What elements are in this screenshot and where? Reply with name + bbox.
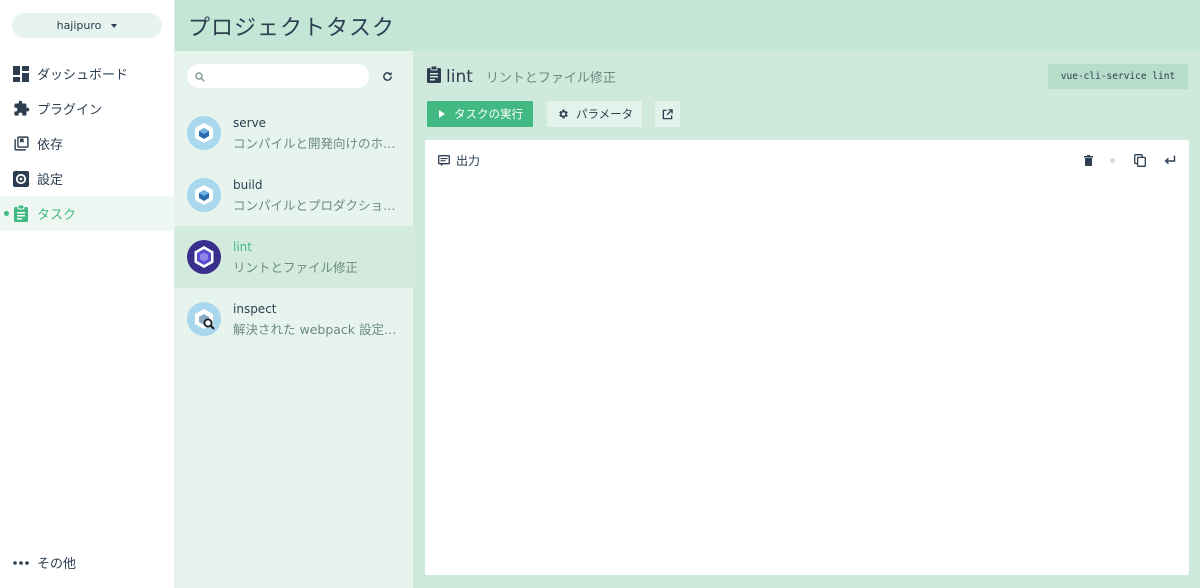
project-name: hajipuro [56,19,102,32]
dashboard-icon [12,65,30,83]
nav-item-plugins[interactable]: プラグイン [0,91,175,126]
output-panel: 出力 [425,140,1189,575]
settings-gear-icon [557,108,569,120]
status-dot [1110,158,1115,163]
open-external-icon [662,108,673,120]
task-detail-name: lint [446,66,473,87]
play-icon [439,110,445,118]
clipboard-icon [427,65,441,87]
clear-output-button[interactable] [1080,152,1096,168]
task-name: build [233,178,263,192]
page-title: プロジェクトタスク [188,15,396,41]
refresh-button[interactable] [378,67,396,85]
nav-item-dependencies[interactable]: 依存 [0,126,175,161]
nav-item-label: 設定 [37,173,64,188]
task-detail: lint リントとファイル修正 vue-cli-service lint タスク… [413,51,1200,588]
nav-item-label: タスク [37,208,77,223]
puzzle-icon [12,100,30,118]
copy-icon [1134,153,1146,167]
return-icon [1164,155,1176,166]
search-icon [195,67,205,86]
output-label: 出力 [456,154,481,168]
task-description: リントとファイル修正 [233,260,359,275]
caret-down-icon [111,23,118,28]
nav-item-label: 依存 [37,138,64,153]
output-title: 出力 [438,152,480,169]
trash-icon [1083,154,1093,166]
nav-item-tasks[interactable]: タスク [0,196,175,231]
nav-item-dashboard[interactable]: ダッシュボード [0,56,175,91]
clipboard-icon [12,205,30,223]
webpack-cube-icon [187,178,221,212]
refresh-icon [382,67,393,86]
task-detail-description: リントとファイル修正 [485,71,616,86]
nav-item-more[interactable]: その他 [0,545,175,580]
copy-output-button[interactable] [1132,152,1148,168]
task-item-build[interactable]: build コンパイルとプロダクション向けの最小化 [175,164,413,226]
eslint-icon [187,240,221,274]
task-name: serve [233,116,267,130]
open-external-button[interactable] [655,101,680,127]
task-item-inspect[interactable]: inspect 解決された webpack 設定を検査 [175,288,413,350]
run-task-label: タスクの実行 [454,107,523,121]
webpack-cube-icon [187,116,221,150]
page-header: プロジェクトタスク [175,0,1200,51]
task-item-lint[interactable]: lint リントとファイル修正 [175,226,413,288]
task-description: コンパイルと開発向けのホットリロード [233,136,401,151]
task-command: vue-cli-service lint [1048,64,1188,89]
more-dots-icon [12,554,30,572]
library-books-icon [12,135,30,153]
nav-item-label: その他 [37,557,77,572]
side-nav: hajipuro ダッシュボード プラグイン 依存 設定 タスク その他 [0,0,175,588]
task-name: lint [233,240,252,254]
active-indicator [4,211,9,216]
nav-item-label: ダッシュボード [37,68,129,83]
nav-item-settings[interactable]: 設定 [0,161,175,196]
settings-gear-icon [12,170,30,188]
task-description: 解決された webpack 設定を検査 [233,322,401,337]
run-task-button[interactable]: タスクの実行 [427,101,533,127]
search-box[interactable] [187,64,369,88]
task-description: コンパイルとプロダクション向けの最小化 [233,198,401,213]
task-item-serve[interactable]: serve コンパイルと開発向けのホットリロード [175,102,413,164]
nav-item-label: プラグイン [37,103,103,118]
task-list: serve コンパイルと開発向けのホットリロード build コンパイルとプロダ… [175,51,413,588]
parameters-label: パラメータ [576,107,634,121]
wrap-lines-button[interactable] [1162,152,1178,168]
task-detail-title: lint リントとファイル修正 [427,65,616,87]
search-input[interactable] [209,69,359,83]
project-selector[interactable]: hajipuro [12,13,162,38]
webpack-inspect-icon [187,302,221,336]
parameters-button[interactable]: パラメータ [547,101,642,127]
task-name: inspect [233,302,277,316]
terminal-icon [438,155,450,166]
